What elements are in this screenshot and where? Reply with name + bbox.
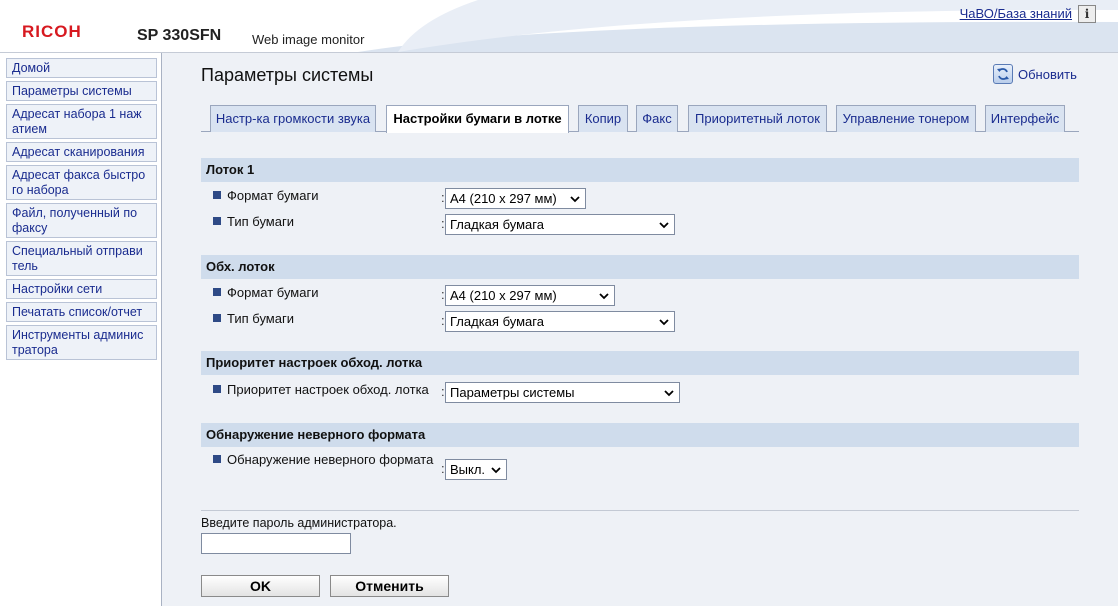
bullet-icon bbox=[213, 385, 221, 393]
bullet-icon bbox=[213, 288, 221, 296]
chevron-down-icon bbox=[599, 293, 609, 300]
sidebar-item-one-touch-dest[interactable]: Адресат набора 1 наж атием bbox=[6, 104, 157, 139]
bullet-icon bbox=[213, 191, 221, 199]
tab-interface[interactable]: Интерфейс bbox=[985, 105, 1065, 132]
bypass-paper-type-select[interactable]: Гладкая бумага bbox=[445, 311, 675, 332]
mismatch-detection-label: Обнаружение неверного формата bbox=[227, 452, 434, 467]
main-content: Параметры системы Обновить Настр-ка гром… bbox=[162, 53, 1118, 606]
tab-fax[interactable]: Факс bbox=[636, 105, 678, 132]
sidebar-item-admin-tools[interactable]: Инструменты админис тратора bbox=[6, 325, 157, 360]
tab-priority-tray[interactable]: Приоритетный лоток bbox=[688, 105, 827, 132]
form-divider bbox=[201, 510, 1079, 511]
info-icon[interactable]: i bbox=[1078, 5, 1096, 23]
bullet-icon bbox=[213, 217, 221, 225]
cancel-button[interactable]: Отменить bbox=[330, 575, 449, 597]
bypass-paper-type-label: Тип бумаги bbox=[227, 311, 294, 326]
refresh-button[interactable]: Обновить bbox=[993, 64, 1077, 84]
ok-button[interactable]: OK bbox=[201, 575, 320, 597]
bypass-paper-type-value: Гладкая бумага bbox=[450, 314, 544, 329]
mismatch-detection-value: Выкл. bbox=[450, 462, 486, 477]
chevron-down-icon bbox=[659, 319, 669, 326]
bypass-paper-type-row: Тип бумаги bbox=[213, 311, 294, 326]
tray1-paper-type-row: Тип бумаги bbox=[213, 214, 294, 229]
sidebar-item-received-fax[interactable]: Файл, полученный по факсу bbox=[6, 203, 157, 238]
sidebar-item-scan-dest[interactable]: Адресат сканирования bbox=[6, 142, 157, 162]
bullet-icon bbox=[213, 314, 221, 322]
page-title: Параметры системы bbox=[201, 65, 374, 85]
section-bypass-priority: Приоритет настроек обход. лотка bbox=[201, 351, 1079, 375]
refresh-icon bbox=[993, 64, 1013, 84]
bullet-icon bbox=[213, 455, 221, 463]
tray1-paper-size-label: Формат бумаги bbox=[227, 188, 319, 203]
product-name: Web image monitor bbox=[252, 32, 365, 47]
bypass-paper-size-value: A4 (210 x 297 мм) bbox=[450, 288, 557, 303]
tray1-paper-type-label: Тип бумаги bbox=[227, 214, 294, 229]
printer-model: SP 330SFN bbox=[137, 27, 222, 44]
refresh-label: Обновить bbox=[1018, 66, 1077, 82]
tray1-paper-size-value: A4 (210 x 297 мм) bbox=[450, 191, 557, 206]
sidebar-item-fax-speed-dial[interactable]: Адресат факса быстро го набора bbox=[6, 165, 157, 200]
chevron-down-icon bbox=[491, 467, 501, 474]
tray1-paper-type-select[interactable]: Гладкая бумага bbox=[445, 214, 675, 235]
tab-copier[interactable]: Копир bbox=[578, 105, 628, 132]
tab-sound-volume[interactable]: Настр-ка громкости звука bbox=[210, 105, 376, 132]
bypass-priority-value: Параметры системы bbox=[450, 385, 575, 400]
bypass-priority-row: Приоритет настроек обход. лотка bbox=[213, 382, 429, 397]
bypass-priority-select[interactable]: Параметры системы bbox=[445, 382, 680, 403]
sidebar-item-network[interactable]: Настройки сети bbox=[6, 279, 157, 299]
chevron-down-icon bbox=[664, 390, 674, 397]
mismatch-detection-select[interactable]: Выкл. bbox=[445, 459, 507, 480]
bypass-paper-size-row: Формат бумаги bbox=[213, 285, 318, 300]
section-tray1: Лоток 1 bbox=[201, 158, 1079, 182]
header: RICOH SP 330SFN Web image monitor ЧаВО/Б… bbox=[0, 0, 1118, 52]
tray1-paper-size-select[interactable]: A4 (210 x 297 мм) bbox=[445, 188, 586, 209]
bypass-paper-size-select[interactable]: A4 (210 x 297 мм) bbox=[445, 285, 615, 306]
sidebar-item-system-settings[interactable]: Параметры системы bbox=[6, 81, 157, 101]
tab-tray-paper-settings[interactable]: Настройки бумаги в лотке bbox=[386, 105, 569, 133]
tab-toner-management[interactable]: Управление тонером bbox=[836, 105, 976, 132]
sidebar-item-home[interactable]: Домой bbox=[6, 58, 157, 78]
sidebar-item-print-report[interactable]: Печатать список/отчет bbox=[6, 302, 157, 322]
faq-link[interactable]: ЧаВО/База знаний bbox=[960, 6, 1072, 21]
tray1-paper-size-row: Формат бумаги bbox=[213, 188, 318, 203]
sidebar: Домой Параметры системы Адресат набора 1… bbox=[0, 53, 162, 606]
section-bypass-tray: Обх. лоток bbox=[201, 255, 1079, 279]
admin-password-input[interactable] bbox=[201, 533, 351, 554]
mismatch-detection-row: Обнаружение неверного формата bbox=[213, 452, 443, 467]
tray1-paper-type-value: Гладкая бумага bbox=[450, 217, 544, 232]
password-label: Введите пароль администратора. bbox=[201, 516, 397, 530]
sidebar-item-special-sender[interactable]: Специальный отправи тель bbox=[6, 241, 157, 276]
chevron-down-icon bbox=[659, 222, 669, 229]
bypass-priority-label: Приоритет настроек обход. лотка bbox=[227, 382, 429, 397]
ricoh-logo: RICOH bbox=[22, 22, 82, 41]
section-mismatch-detection: Обнаружение неверного формата bbox=[201, 423, 1079, 447]
bypass-paper-size-label: Формат бумаги bbox=[227, 285, 319, 300]
chevron-down-icon bbox=[570, 196, 580, 203]
